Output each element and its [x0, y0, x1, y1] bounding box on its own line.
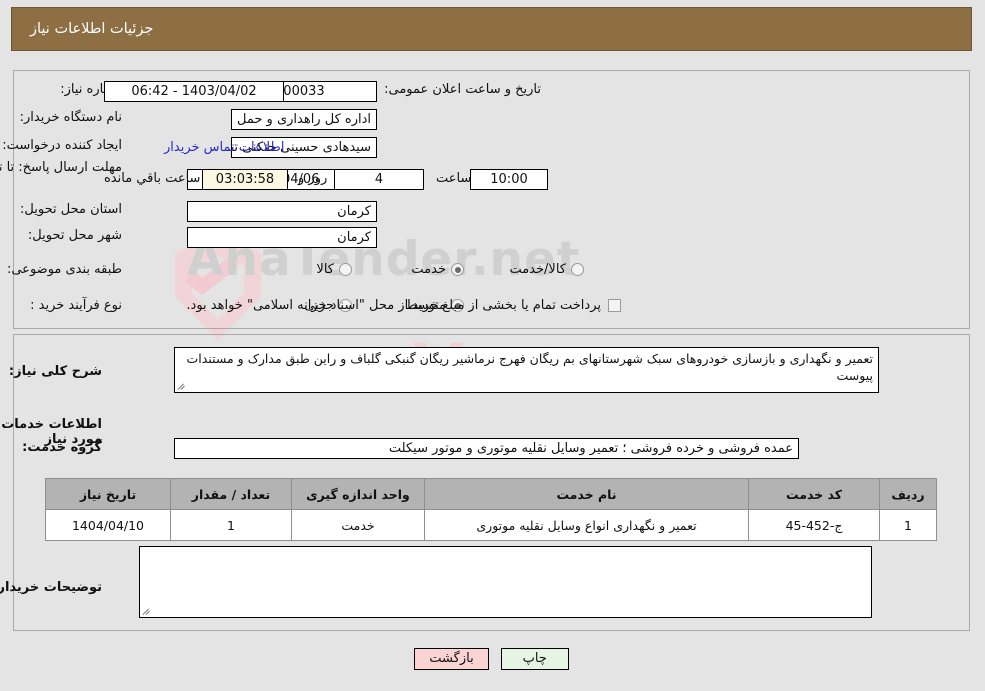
resize-handle-icon[interactable] — [178, 381, 188, 391]
summary-value: تعمیر و نگهداری و بازسازی خودروهای سبک ش… — [187, 351, 874, 383]
back-button[interactable]: بازگشت — [415, 648, 490, 670]
buyer-org-label-row: نام دستگاه خریدار: — [21, 110, 123, 125]
cell-quantity: 1 — [171, 509, 293, 541]
remaining-days-value: 4 — [335, 169, 425, 190]
delivery-city-value: کرمان — [188, 227, 378, 248]
announce-label-row: تاریخ و ساعت اعلان عمومی: — [385, 82, 542, 97]
announce-datetime-label: تاریخ و ساعت اعلان عمومی: — [385, 82, 542, 97]
category-label: طبقه بندی موضوعی: — [7, 262, 123, 277]
buyer-org-label: نام دستگاه خریدار: — [20, 110, 123, 125]
radio-kala-khedmat-icon[interactable] — [572, 263, 585, 276]
treasury-bond-option[interactable]: پرداخت تمام یا بخشی از مبلغ خرید،از محل … — [187, 298, 622, 313]
table-header-row: ردیف کد خدمت نام خدمت واحد اندازه گیری ت… — [46, 478, 938, 510]
services-table: ردیف کد خدمت نام خدمت واحد اندازه گیری ت… — [46, 478, 938, 541]
cell-service-code: ج-452-45 — [749, 509, 881, 541]
table-row: 1 ج-452-45 تعمیر و نگهداری انواع وسایل ن… — [46, 509, 938, 541]
purchase-process-label: نوع فرآیند خرید : — [31, 298, 123, 313]
summary-label: شرح کلی نیاز: — [9, 364, 103, 379]
buyer-notes-label: توضیحات خریدار; — [0, 580, 103, 595]
cell-service-name: تعمیر و نگهداری انواع وسایل نقلیه موتوری — [425, 509, 750, 541]
category-option-kala-label: کالا — [317, 262, 335, 277]
print-button[interactable]: چاپ — [501, 648, 570, 670]
province-label-row: استان محل تحویل: — [21, 202, 123, 217]
announce-datetime-value: 1403/04/02 - 06:42 — [105, 81, 285, 102]
col-need-date: تاریخ نیاز — [46, 478, 172, 510]
service-group-value: عمده فروشی و خرده فروشی ؛ تعمیر وسایل نق… — [175, 438, 800, 459]
col-service-code: کد خدمت — [749, 478, 881, 510]
remaining-days-label: روز و — [299, 171, 329, 186]
buyer-org-value: اداره کل راهداری و حمل و نقل جاده ای است… — [232, 109, 378, 130]
countdown-timer-label: ساعت باقي مانده — [105, 171, 202, 186]
radio-khedmat-icon[interactable] — [452, 263, 465, 276]
cell-need-date: 1404/04/10 — [46, 509, 172, 541]
category-option-kala-khedmat-label: کالا/خدمت — [510, 262, 567, 277]
treasury-checkbox[interactable] — [609, 299, 622, 312]
treasury-note-text: پرداخت تمام یا بخشی از مبلغ خرید،از محل … — [187, 298, 602, 313]
requester-label-row: ایجاد کننده درخواست: — [3, 138, 123, 153]
buyer-notes-textarea[interactable] — [140, 546, 873, 618]
cell-unit: خدمت — [292, 509, 426, 541]
service-group-label: گروه خدمت: — [23, 440, 103, 455]
col-quantity: تعداد / مقدار — [171, 478, 293, 510]
col-row-no: ردیف — [880, 478, 938, 510]
delivery-province-value: کرمان — [188, 201, 378, 222]
cell-row-no: 1 — [880, 509, 938, 541]
page-header-bar: جزئیات اطلاعات نیاز — [12, 7, 973, 51]
countdown-timer-value: 03:03:58 — [203, 169, 289, 190]
buyer-contact-link[interactable]: اطلاعات تماس خریدار — [165, 140, 285, 155]
process-label-row: نوع فرآیند خرید : — [31, 298, 123, 313]
category-option-kala[interactable]: کالا — [317, 262, 353, 277]
resize-handle-icon-2[interactable] — [143, 606, 153, 616]
delivery-province-label: استان محل تحویل: — [21, 202, 123, 217]
radio-kala-icon[interactable] — [340, 263, 353, 276]
delivery-city-label: شهر محل تحویل: — [28, 228, 123, 243]
category-option-khedmat-label: خدمت — [412, 262, 447, 277]
category-option-khedmat[interactable]: خدمت — [412, 262, 465, 277]
col-unit: واحد اندازه گیری — [292, 478, 426, 510]
page-title: جزئیات اطلاعات نیاز — [31, 21, 155, 37]
col-service-name: نام خدمت — [425, 478, 750, 510]
summary-textarea[interactable]: تعمیر و نگهداری و بازسازی خودروهای سبک ش… — [175, 347, 880, 393]
requester-label: ایجاد کننده درخواست: — [3, 138, 123, 153]
city-label-row: شهر محل تحویل: — [29, 228, 123, 243]
category-option-kala-khedmat[interactable]: کالا/خدمت — [510, 262, 585, 277]
deadline-time-value: 10:00 — [471, 169, 549, 190]
footer-button-bar: بازگشت چاپ — [0, 648, 985, 670]
deadline-hour-label: ساعت — [437, 171, 473, 186]
need-info-panel — [14, 70, 971, 329]
category-label-row: طبقه بندی موضوعی: — [8, 262, 123, 277]
